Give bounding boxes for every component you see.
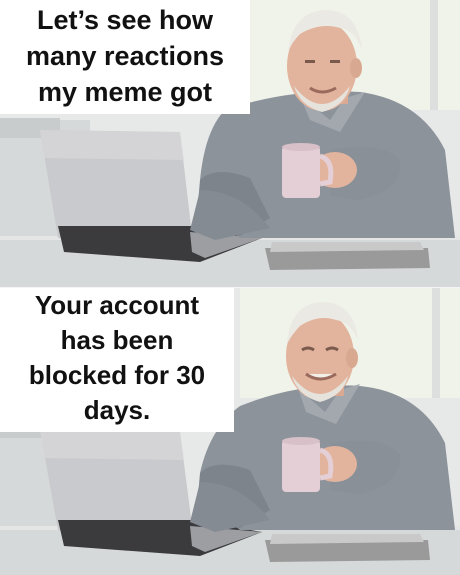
top-caption-line-1: Let’s see how bbox=[36, 5, 214, 35]
top-caption: Let’s see how many reactions my meme got bbox=[0, 0, 250, 114]
bottom-panel: Your account has been blocked for 30 day… bbox=[0, 288, 460, 575]
top-panel: Let’s see how many reactions my meme got bbox=[0, 0, 460, 287]
bottom-caption: Your account has been blocked for 30 day… bbox=[0, 288, 234, 432]
bottom-caption-line-4: days. bbox=[83, 395, 151, 425]
bottom-caption-line-3: blocked for 30 bbox=[28, 360, 206, 390]
top-caption-line-3: my meme got bbox=[37, 77, 213, 107]
meme-image: Let’s see how many reactions my meme got bbox=[0, 0, 460, 575]
top-caption-line-2: many reactions bbox=[25, 41, 225, 71]
bottom-caption-line-1: Your account bbox=[34, 290, 200, 320]
bottom-caption-line-2: has been bbox=[60, 325, 174, 355]
